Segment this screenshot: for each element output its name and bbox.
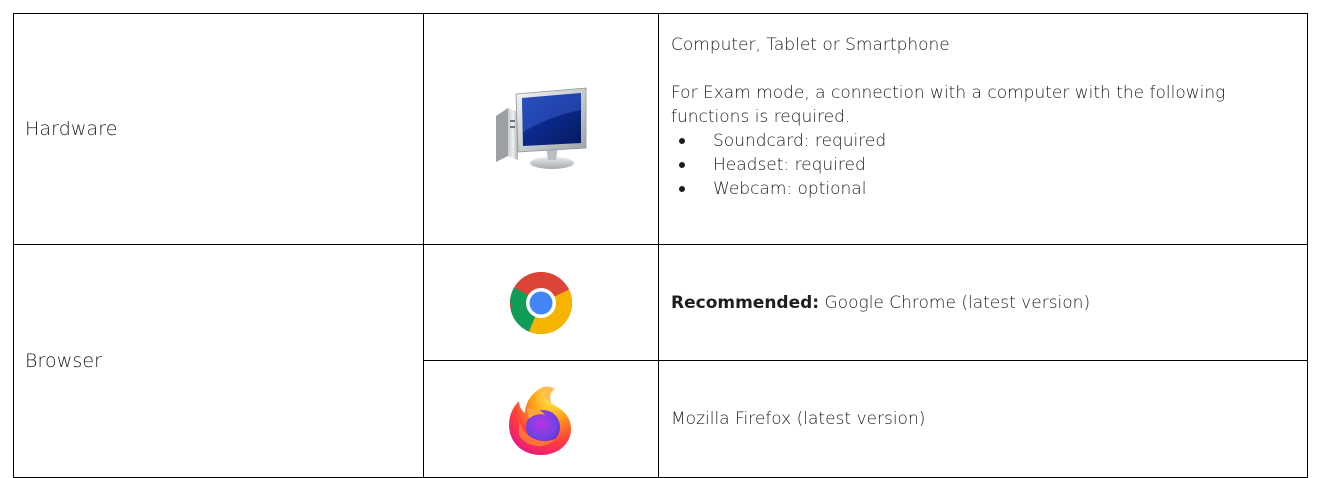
list-item: Soundcard: required bbox=[671, 129, 1295, 153]
requirements-table: Hardware Computer, Tablet or Smartphone … bbox=[13, 13, 1308, 478]
browser-label: Browser bbox=[13, 244, 424, 478]
mozilla-firefox-icon bbox=[509, 386, 571, 455]
hardware-label: Hardware bbox=[13, 13, 424, 245]
hardware-icon-cell bbox=[423, 13, 659, 245]
bullet-icon bbox=[679, 186, 685, 192]
hardware-description: Computer, Tablet or Smartphone For Exam … bbox=[658, 13, 1308, 245]
chrome-text: Google Chrome (latest version) bbox=[819, 292, 1091, 313]
chrome-icon-cell bbox=[423, 244, 659, 361]
table-row-hardware: Hardware Computer, Tablet or Smartphone … bbox=[13, 13, 1308, 245]
computer-monitor-icon bbox=[496, 87, 587, 169]
hardware-requirements-list: Soundcard: required Headset: required We… bbox=[671, 129, 1295, 201]
hardware-devices-text: Computer, Tablet or Smartphone bbox=[671, 35, 950, 55]
list-item: Headset: required bbox=[671, 153, 1295, 177]
google-chrome-icon bbox=[510, 271, 572, 334]
firefox-description: Mozilla Firefox (latest version) bbox=[658, 360, 1308, 478]
bullet-icon bbox=[679, 162, 685, 168]
chrome-description: Recommended: Google Chrome (latest versi… bbox=[658, 244, 1308, 361]
table-row-chrome: Browser Recommended: Google Chrome (late… bbox=[13, 244, 1308, 478]
recommended-label: Recommended: bbox=[671, 292, 820, 313]
bullet-icon bbox=[679, 138, 685, 144]
firefox-icon-cell bbox=[423, 360, 659, 478]
hardware-exam-text: For Exam mode, a connection with a compu… bbox=[671, 83, 1226, 127]
list-item: Webcam: optional bbox=[671, 177, 1295, 201]
